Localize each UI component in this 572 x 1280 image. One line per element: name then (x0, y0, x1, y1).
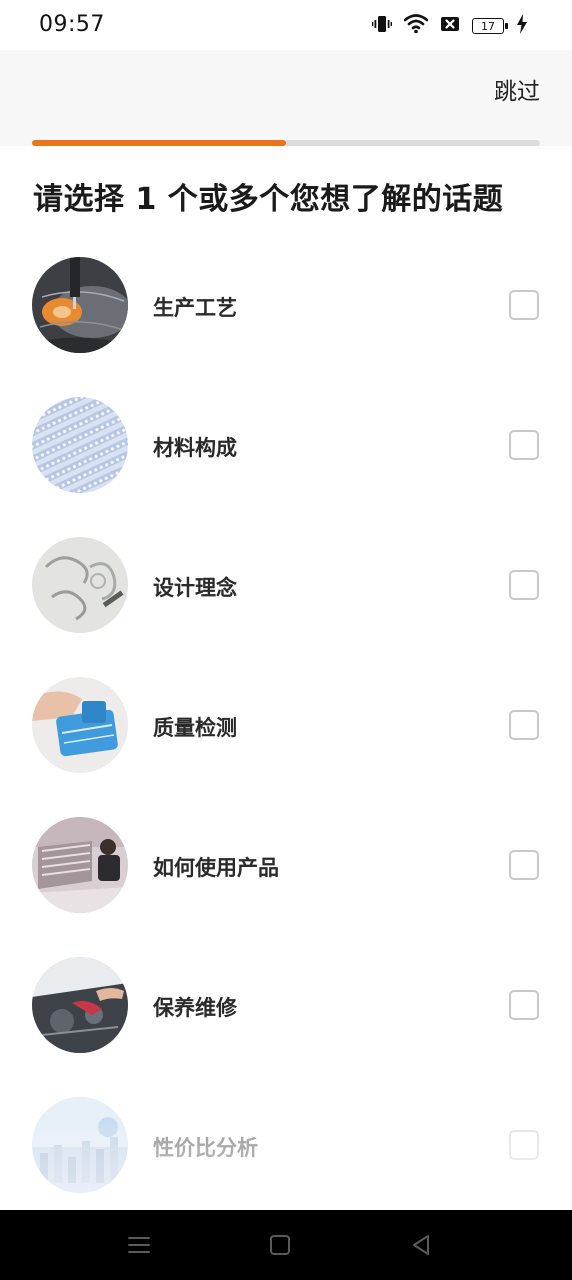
design-sketch-image (32, 537, 128, 633)
status-icons: 17 (372, 14, 528, 38)
topic-item[interactable]: 如何使用产品 (0, 796, 572, 936)
sewing-machine-image (32, 257, 128, 353)
topic-label: 设计理念 (153, 576, 237, 600)
progress-fill (32, 140, 286, 146)
battery-level: 17 (481, 19, 495, 33)
menu-icon[interactable] (126, 1232, 152, 1258)
home-icon[interactable] (267, 1232, 293, 1258)
topic-checkbox[interactable] (509, 850, 539, 880)
topic-list: 生产工艺 材料构成 设计理念 质量检测 如何使用产品 保养维修 性价比分析 (0, 236, 572, 1216)
topic-checkbox[interactable] (509, 430, 539, 460)
topic-label: 材料构成 (153, 436, 237, 460)
topic-label: 质量检测 (153, 716, 237, 740)
topic-item[interactable]: 生产工艺 (0, 236, 572, 376)
page-title: 请选择 1 个或多个您想了解的话题 (33, 182, 504, 217)
topic-checkbox[interactable] (509, 570, 539, 600)
topic-item[interactable]: 性价比分析 (0, 1076, 572, 1216)
topic-checkbox[interactable] (509, 710, 539, 740)
topic-item[interactable]: 设计理念 (0, 516, 572, 656)
topic-label: 保养维修 (153, 996, 237, 1020)
charging-icon (516, 14, 528, 38)
topic-item[interactable]: 材料构成 (0, 376, 572, 516)
status-bar: 09:57 17 (0, 0, 572, 50)
fabric-texture-image (32, 397, 128, 493)
maintenance-repair-image (32, 957, 128, 1053)
topic-item[interactable]: 质量检测 (0, 656, 572, 796)
navigation-bar (0, 1210, 572, 1280)
quality-inspection-image (32, 677, 128, 773)
topic-checkbox[interactable] (509, 990, 539, 1020)
progress-track (32, 140, 540, 146)
topic-checkbox[interactable] (509, 290, 539, 320)
battery-icon: 17 (472, 18, 508, 34)
back-icon[interactable] (408, 1232, 434, 1258)
header: 跳过 (0, 50, 572, 146)
topic-label: 性价比分析 (153, 1136, 258, 1160)
value-analysis-image (32, 1097, 128, 1193)
sim-blocked-icon (440, 14, 460, 38)
topic-checkbox[interactable] (509, 1130, 539, 1160)
status-time: 09:57 (39, 12, 105, 37)
vibrate-icon (372, 14, 392, 38)
wifi-icon (403, 14, 429, 38)
skip-button[interactable]: 跳过 (494, 72, 540, 106)
topic-label: 如何使用产品 (153, 856, 279, 880)
product-usage-image (32, 817, 128, 913)
topic-item[interactable]: 保养维修 (0, 936, 572, 1076)
topic-label: 生产工艺 (153, 296, 237, 320)
